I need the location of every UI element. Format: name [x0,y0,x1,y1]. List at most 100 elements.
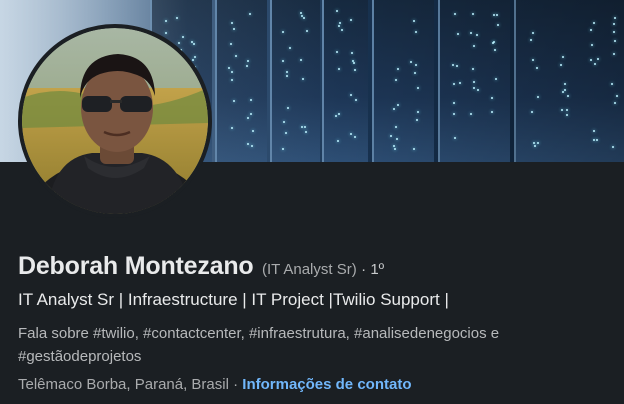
banner-led [593,22,595,24]
contact-info-link[interactable]: Informações de contato [242,376,411,393]
banner-led [350,19,352,21]
banner-led [614,40,616,42]
banner-led [353,62,355,64]
banner-led [590,59,592,61]
banner-led [472,68,474,70]
banner-led [247,143,249,145]
banner-led [231,71,233,73]
banner-led [250,113,252,115]
banner-led [416,119,418,121]
banner-led [191,41,193,43]
banner-led [413,148,415,150]
banner-led [355,99,357,101]
banner-led [231,79,233,81]
banner-led [596,139,598,141]
banner-led [338,25,340,27]
separator: · [228,376,243,393]
banner-led [491,97,493,99]
banner-led [335,115,337,117]
avatar-photo [22,28,208,214]
banner-led [337,140,339,142]
banner-led [396,138,398,140]
banner-led [354,69,356,71]
banner-led [394,148,396,150]
banner-led [477,89,479,91]
banner-led [393,108,395,110]
banner-led [249,13,251,15]
banner-led [235,55,237,57]
banner-led [302,78,304,80]
banner-led [194,56,196,58]
banner-led [473,87,475,89]
banner-led [613,53,615,55]
banner-led [233,100,235,102]
banner-led [452,64,454,66]
banner-led [282,60,284,62]
banner-led [354,136,356,138]
banner-led [536,67,538,69]
banner-led [472,13,474,15]
banner-led [590,29,592,31]
banner-led [165,20,167,22]
banner-led [456,65,458,67]
name-line: Deborah Montezano (IT Analyst Sr) · 1º [18,252,618,281]
banner-led [250,99,252,101]
banner-led [306,30,308,32]
banner-led [231,127,233,129]
banner-led [251,145,253,147]
banner-led [287,107,289,109]
banner-led [454,137,456,139]
banner-led [492,42,494,44]
about-line: Fala sobre #twilio, #contactcenter, #inf… [18,325,500,342]
banner-led [495,78,497,80]
banner-led [182,36,184,38]
banner-led [410,61,412,63]
banner-led [338,113,340,115]
banner-led [493,14,495,16]
about-line: #gestãodeprojetos [18,348,142,365]
banner-led [567,95,569,97]
location-line: Telêmaco Borba, Paraná, Brasil · Informa… [18,376,618,393]
banner-led [304,126,306,128]
banner-led [612,146,614,148]
banner-led [473,45,475,47]
banner-led [286,71,288,73]
profile-headline: IT Analyst Sr | Infraestructure | IT Pro… [18,290,449,309]
banner-led [531,111,533,113]
banner-led [252,130,254,132]
banner-led [593,139,595,141]
banner-led [417,111,419,113]
banner-led [496,14,498,16]
banner-led [230,43,232,45]
banner-led [350,133,352,135]
pronoun-note: (IT Analyst Sr) [261,261,357,278]
banner-led [282,148,284,150]
banner-led [338,68,340,70]
banner-led [457,33,459,35]
banner-led [613,23,615,25]
banner-led [454,13,456,15]
banner-led [397,104,399,106]
banner-led [591,44,593,46]
banner-led [562,91,564,93]
banner-led [594,63,596,65]
banner-led [614,102,616,104]
banner-led [414,72,416,74]
profile-avatar[interactable] [18,24,212,218]
banner-led [616,95,618,97]
banner-led [176,17,178,19]
banner-led [289,47,291,49]
banner-led [283,121,285,123]
banner-led [497,24,499,26]
banner-led [193,43,195,45]
banner-led [395,126,397,128]
banner-led [336,10,338,12]
banner-led [417,87,419,89]
banner-led [560,64,562,66]
banner-led [564,83,566,85]
banner-led [564,89,566,91]
banner-led [566,109,568,111]
banner-led [532,59,534,61]
banner-led [351,52,353,54]
banner-led [178,42,180,44]
